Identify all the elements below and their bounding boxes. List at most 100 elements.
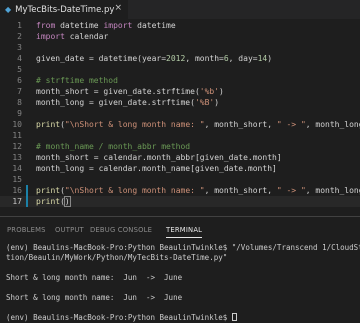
terminal-line: tion/Beaulin/MyWork/Python/MyTecBits-Dat…: [6, 253, 227, 263]
code-line[interactable]: 7 month_short = given_date.strftime('%b'): [0, 86, 360, 97]
code-token: 2012: [166, 54, 186, 63]
code-line[interactable]: 4 given_date = datetime(year=2012, month=…: [0, 53, 360, 64]
line-number: 4: [17, 54, 22, 63]
line-number: 17: [12, 197, 22, 206]
code-token: , month_long): [305, 120, 360, 129]
terminal-line: Short & long month name: Jun -> June: [6, 293, 182, 303]
terminal-text: (env) Beaulins-MacBook-Pro:Python Beauli…: [6, 313, 232, 322]
code-text: print("\nShort & long month name: ", mon…: [36, 119, 360, 130]
code-token: month_short = calendar.month_abbr[given_…: [36, 153, 282, 162]
line-number: 11: [12, 131, 22, 140]
terminal-text: tion/Beaulin/MyWork/Python/MyTecBits-Dat…: [6, 253, 228, 262]
code-token: , month_short,: [204, 120, 277, 129]
code-token: calendar: [64, 32, 109, 41]
line-number: 12: [12, 142, 22, 151]
code-line[interactable]: 14 month_long = calendar.month_name[given…: [0, 163, 360, 174]
code-token: ): [267, 54, 273, 63]
code-text: print(): [36, 196, 71, 207]
close-tab-icon[interactable]: ×: [114, 3, 122, 13]
code-line[interactable]: 16 print("\nShort & long month name: ", m…: [0, 185, 360, 196]
line-number: 2: [17, 32, 22, 41]
code-token: print: [36, 120, 61, 129]
line-number: 13: [12, 153, 22, 162]
code-token: month_long = calendar.month_name[given_d…: [36, 164, 277, 173]
code-token: " -> ": [276, 120, 306, 129]
python-file-icon: ◆: [5, 5, 12, 14]
code-text: # strftime method: [36, 75, 118, 86]
code-token: , month=: [185, 54, 224, 63]
code-text: month_long = calendar.month_name[given_d…: [36, 163, 277, 174]
code-token: datetime: [132, 21, 176, 30]
code-line[interactable]: 10 print("\nShort & long month name: ", m…: [0, 119, 360, 130]
panel-tab-debug-console[interactable]: DEBUG CONSOLE: [90, 226, 152, 234]
line-number: 7: [17, 87, 22, 96]
code-token: print: [36, 197, 61, 206]
terminal-text: (env) Beaulins-MacBook-Pro:Python Beauli…: [6, 243, 360, 252]
code-editor[interactable]: 1 from datetime import datetime 2 import ca…: [0, 19, 360, 216]
code-token: '%b': [199, 87, 220, 96]
code-token: # strftime method: [36, 76, 118, 85]
terminal-cursor: [231, 313, 237, 321]
line-number: 5: [17, 65, 22, 74]
code-token: ): [214, 98, 220, 107]
code-line[interactable]: 1 from datetime import datetime: [0, 20, 360, 31]
code-token: month_short = given_date.strftime(: [36, 87, 200, 96]
line-number: 16: [12, 186, 22, 195]
code-token: import: [103, 21, 133, 30]
line-number: 15: [12, 175, 22, 184]
editor-tab-bar: ◆ MyTecBits-DateTime.py ×: [0, 0, 360, 20]
code-token: , month_long): [305, 186, 360, 195]
line-number: 14: [12, 164, 22, 173]
code-token: 14: [257, 54, 268, 63]
code-line[interactable]: 2 import calendar: [0, 31, 360, 42]
code-text: given_date = datetime(year=2012, month=6…: [36, 53, 272, 64]
code-token: , month_short,: [204, 186, 277, 195]
panel-tab-output[interactable]: OUTPUT: [55, 226, 84, 234]
code-text: print("\nShort & long month name: ", mon…: [36, 185, 360, 196]
terminal-text: Short & long month name: Jun -> June: [6, 273, 183, 282]
code-line[interactable]: 8 month_long = given_date.strftime('%B'): [0, 97, 360, 108]
line-number: 3: [17, 43, 22, 52]
code-text: import calendar: [36, 31, 108, 42]
code-token: "\nShort & long month name: ": [64, 120, 205, 129]
code-text: # month_name / month_abbr method: [36, 141, 190, 152]
terminal-line: (env) Beaulins-MacBook-Pro:Python Beauli…: [6, 313, 237, 323]
code-line[interactable]: 9: [0, 108, 360, 119]
line-number: 10: [12, 120, 22, 129]
line-number: 8: [17, 98, 22, 107]
code-token: # month_name / month_abbr method: [36, 142, 191, 151]
terminal-text: Short & long month name: Jun -> June: [6, 293, 183, 302]
code-line[interactable]: 13 month_short = calendar.month_abbr[give…: [0, 152, 360, 163]
panel-tab-problems[interactable]: PROBLEMS: [7, 226, 46, 234]
code-line[interactable]: 5: [0, 64, 360, 75]
line-number: 9: [17, 109, 22, 118]
code-token: " -> ": [276, 186, 306, 195]
code-line[interactable]: 3: [0, 42, 360, 53]
panel-tab-terminal[interactable]: TERMINAL: [166, 226, 203, 238]
code-line[interactable]: 6 # strftime method: [0, 75, 360, 86]
file-tab-title: MyTecBits-DateTime.py: [15, 4, 115, 15]
code-token: from: [36, 21, 56, 30]
line-number: 1: [17, 21, 22, 30]
modified-line-marker: [26, 185, 28, 196]
code-text: month_short = calendar.month_abbr[given_…: [36, 152, 282, 163]
file-tab[interactable]: ◆ MyTecBits-DateTime.py ×: [0, 0, 128, 19]
code-token: ): [219, 87, 224, 96]
code-token: , day=: [228, 54, 258, 63]
modified-line-marker: [26, 196, 28, 207]
code-token: '%B': [194, 98, 215, 107]
code-line[interactable]: 11: [0, 130, 360, 141]
code-text: month_long = given_date.strftime('%B'): [36, 97, 219, 108]
code-line[interactable]: 15: [0, 174, 360, 185]
panel-tab-bar: PROBLEMS OUTPUT DEBUG CONSOLE TERMINAL: [0, 224, 360, 238]
code-token: "\nShort & long month name: ": [64, 186, 205, 195]
code-text: from datetime import datetime: [36, 20, 176, 31]
code-line[interactable]: 17 print(): [0, 196, 360, 207]
code-token: print: [36, 186, 61, 195]
code-token: datetime: [55, 21, 104, 30]
terminal-line: Short & long month name: Jun -> June: [6, 273, 182, 283]
code-token: given_date = datetime(year=: [36, 54, 167, 63]
code-line[interactable]: 12 # month_name / month_abbr method: [0, 141, 360, 152]
code-token: import: [36, 32, 65, 41]
panel-divider: [0, 216, 360, 217]
